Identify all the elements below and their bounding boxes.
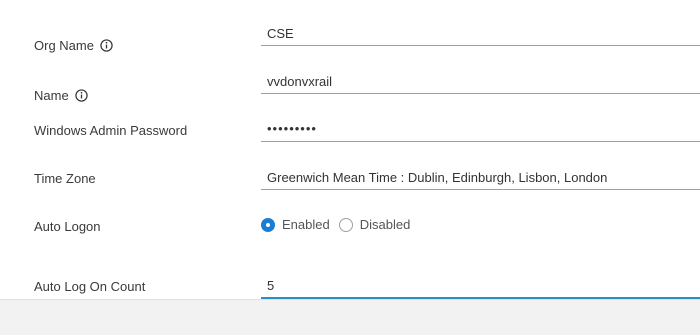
auto-logon-label: Auto Logon [34,219,101,234]
enabled-radio-button[interactable] [261,217,275,232]
vm-customization-form: Org Name CSE Name vvdonvxrail Windows Ad… [0,0,700,300]
disabled-radio-button[interactable] [338,217,353,232]
org-name-field[interactable]: CSE [261,22,700,46]
disabled-radio-label[interactable]: Disabled [360,217,411,232]
time-zone-field[interactable]: Greenwich Mean Time : Dublin, Edinburgh,… [261,166,700,190]
name-label: Name [34,88,88,103]
org-name-label-text: Org Name [34,38,94,53]
time-zone-value: Greenwich Mean Time : Dublin, Edinburgh,… [267,170,608,185]
time-zone-label: Time Zone [34,171,96,186]
footer-bar [0,299,700,335]
auto-log-on-count-label-text: Auto Log On Count [34,279,146,294]
windows-admin-password-label-text: Windows Admin Password [34,123,188,138]
info-icon[interactable] [100,39,113,52]
auto-logon-radio-group: Enabled Disabled [261,217,410,232]
name-value: vvdonvxrail [267,74,333,89]
enabled-radio-label[interactable]: Enabled [282,217,330,232]
auto-log-on-count-label: Auto Log On Count [34,279,145,294]
time-zone-label-text: Time Zone [34,171,96,186]
auto-log-on-count-field[interactable]: 5 [261,274,700,299]
org-name-label: Org Name [34,38,113,53]
auto-log-on-count-value: 5 [267,278,275,293]
windows-admin-password-field[interactable]: ••••••••• [261,118,700,142]
name-field[interactable]: vvdonvxrail [261,70,700,94]
auto-logon-enabled-option[interactable]: Enabled [261,217,330,232]
auto-logon-disabled-option[interactable]: Disabled [338,217,411,232]
org-name-value: CSE [267,26,294,41]
name-label-text: Name [34,88,69,103]
windows-admin-password-label: Windows Admin Password [34,123,187,138]
info-icon[interactable] [75,89,88,102]
password-masked-value: ••••••••• [267,121,317,136]
auto-logon-label-text: Auto Logon [34,219,101,234]
